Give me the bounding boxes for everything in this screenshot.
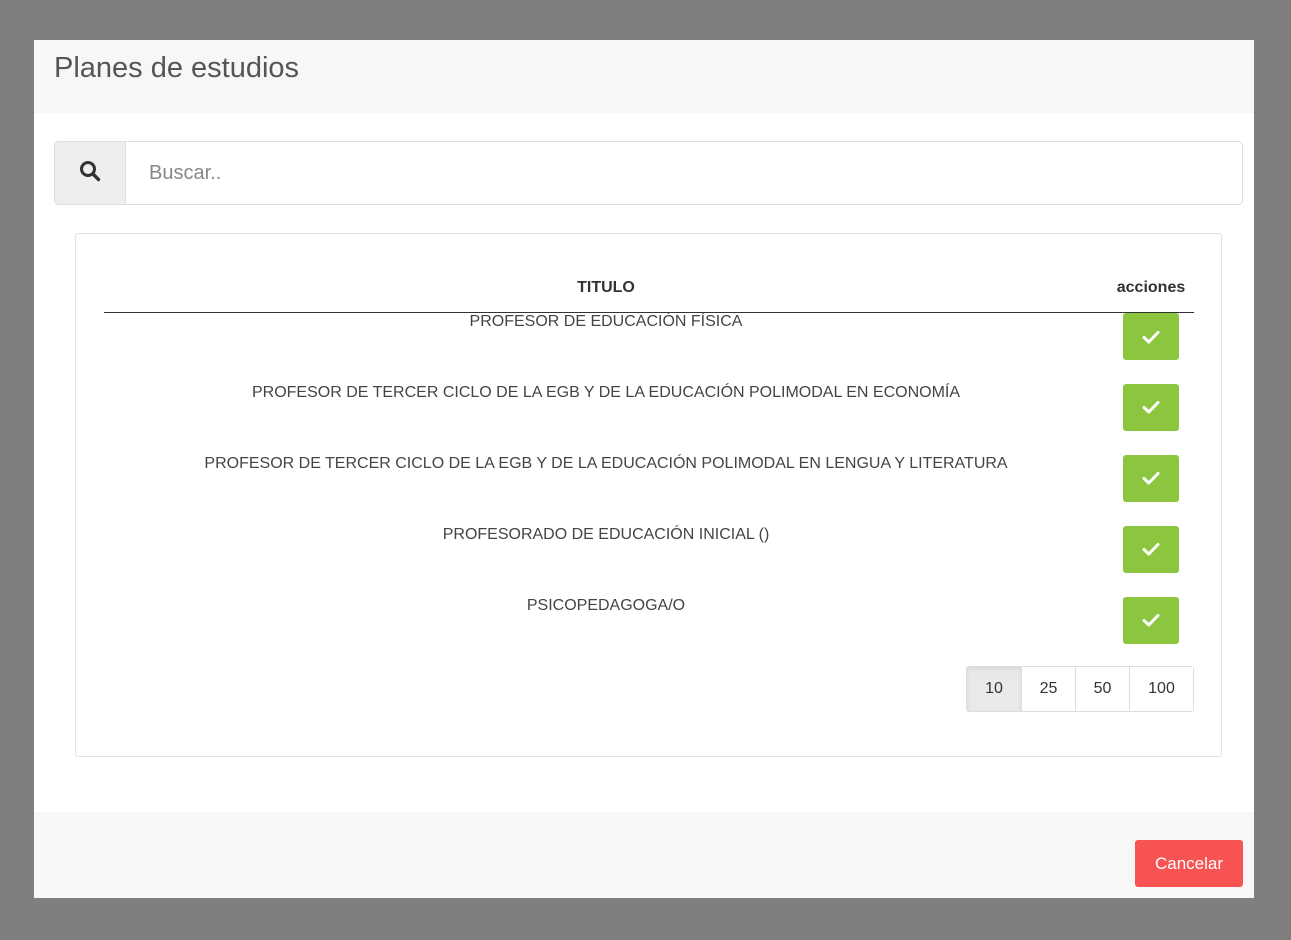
check-icon (1142, 330, 1160, 343)
cancel-button[interactable]: Cancelar (1135, 840, 1243, 887)
plans-table: TITULO acciones PROFESOR DE EDUCACIÓN FÍ… (104, 264, 1194, 668)
search-addon (55, 142, 126, 204)
page-size-50[interactable]: 50 (1075, 667, 1129, 711)
action-cell (1108, 383, 1194, 455)
select-plan-button[interactable] (1123, 596, 1179, 644)
select-plan-button[interactable] (1123, 313, 1179, 360)
plan-title: PROFESOR DE TERCER CICLO DE LA EGB Y DE … (251, 383, 961, 401)
check-icon (1142, 543, 1160, 556)
table-panel: TITULO acciones PROFESOR DE EDUCACIÓN FÍ… (75, 233, 1222, 757)
modal-footer: Cancelar (34, 812, 1254, 898)
search-icon (79, 160, 101, 187)
modal-dialog: Planes de estudios TITULO acciones (34, 40, 1254, 898)
action-cell (1108, 454, 1194, 526)
table-row: PSICOPEDAGOGA/O (104, 596, 1194, 668)
page-size-25[interactable]: 25 (1021, 667, 1075, 711)
select-plan-button[interactable] (1123, 383, 1179, 431)
action-cell (1108, 525, 1194, 597)
page-size-100[interactable]: 100 (1129, 667, 1193, 711)
select-plan-button[interactable] (1123, 525, 1179, 573)
check-icon (1142, 401, 1160, 414)
plan-title: PROFESOR DE EDUCACIÓN FÍSICA (469, 313, 743, 330)
column-header-actions: acciones (1108, 264, 1194, 313)
table-header-row: TITULO acciones (104, 264, 1194, 313)
table-row: PROFESOR DE TERCER CICLO DE LA EGB Y DE … (104, 383, 1194, 455)
search-group (54, 141, 1243, 205)
action-cell (1108, 596, 1194, 668)
plan-title: PROFESOR DE TERCER CICLO DE LA EGB Y DE … (204, 454, 1008, 472)
check-icon (1142, 614, 1160, 627)
select-plan-button[interactable] (1123, 454, 1179, 502)
check-icon (1142, 472, 1160, 485)
plan-title: PROFESORADO DE EDUCACIÓN INICIAL () (442, 525, 770, 543)
column-header-title[interactable]: TITULO (104, 264, 1108, 313)
modal-title: Planes de estudios (54, 52, 300, 84)
table-row: PROFESORADO DE EDUCACIÓN INICIAL () (104, 525, 1194, 597)
action-cell (1108, 313, 1194, 384)
table-row: PROFESOR DE TERCER CICLO DE LA EGB Y DE … (104, 454, 1194, 526)
page-size-selector: 10 25 50 100 (966, 666, 1194, 712)
plan-title: PSICOPEDAGOGA/O (526, 596, 686, 614)
modal-header: Planes de estudios (34, 40, 1254, 113)
page-size-10[interactable]: 10 (967, 667, 1021, 711)
table-row: PROFESOR DE EDUCACIÓN FÍSICA (104, 313, 1194, 384)
search-input[interactable] (126, 142, 1242, 204)
